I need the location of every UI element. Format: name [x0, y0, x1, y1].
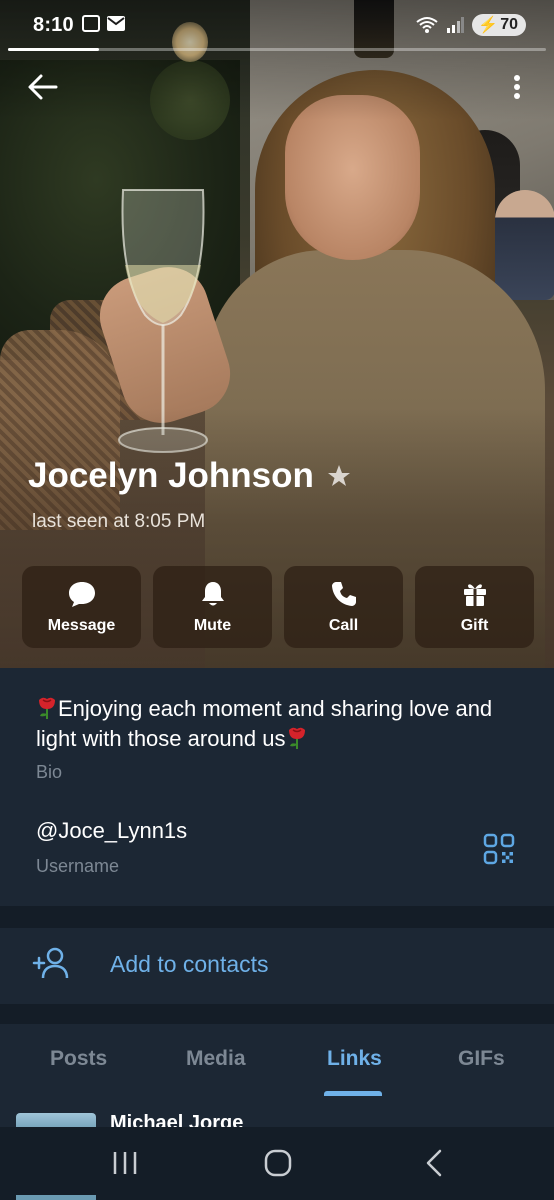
message-label: Message: [47, 617, 116, 634]
star-icon[interactable]: [326, 463, 352, 489]
link-thumbnail-peek: [16, 1195, 96, 1200]
message-button[interactable]: Message: [22, 566, 141, 648]
add-to-contacts-label[interactable]: Add to contacts: [110, 951, 269, 978]
bio-text-content: Enjoying each moment and sharing love an…: [36, 696, 493, 751]
status-system: ⚡ 70: [416, 14, 526, 36]
back-arrow-icon[interactable]: [26, 70, 60, 104]
profile-actions: Message Mute Call Gift: [22, 566, 534, 648]
bio-caption: Bio: [36, 762, 63, 782]
rose-emoji-icon: [288, 727, 305, 749]
tab-links[interactable]: Links: [327, 1047, 382, 1071]
phone-icon: [331, 582, 356, 606]
tab-posts[interactable]: Posts: [50, 1047, 107, 1071]
add-to-contacts-row[interactable]: [0, 928, 554, 1004]
section-divider: [0, 906, 554, 928]
wifi-icon: [416, 17, 438, 33]
back-nav-icon[interactable]: [420, 1148, 450, 1178]
qr-code-icon[interactable]: [483, 833, 515, 865]
gift-icon: [463, 584, 486, 606]
section-divider: [0, 1004, 554, 1024]
status-time: 8:10: [33, 14, 74, 36]
battery-level: 70: [500, 16, 518, 33]
username-value[interactable]: @Joce_Lynn1s: [36, 818, 187, 844]
profile-name: Jocelyn Johnson: [28, 456, 352, 496]
tab-gifs[interactable]: GIFs: [458, 1047, 505, 1071]
story-progress-fill: [8, 48, 100, 51]
rose-emoji-icon: [39, 697, 55, 719]
battery-bolt-icon: ⚡: [478, 17, 499, 34]
signal-icon: [447, 17, 465, 33]
status-notifications: [82, 15, 126, 32]
story-progress-bar: [8, 48, 546, 51]
last-seen-status: last seen at 8:05 PM: [32, 511, 206, 532]
message-icon: [68, 582, 95, 607]
profile-name-text: Jocelyn Johnson: [28, 456, 314, 495]
link-item-title[interactable]: Michael Jorge: [110, 1112, 243, 1128]
gift-label: Gift: [460, 617, 489, 634]
mail-icon: [107, 16, 125, 31]
more-options-icon[interactable]: [505, 72, 529, 102]
add-contact-icon: [32, 947, 69, 979]
active-tab-indicator: [324, 1091, 382, 1096]
bio-text[interactable]: Enjoying each moment and sharing love an…: [36, 694, 516, 754]
home-icon[interactable]: [263, 1148, 293, 1178]
tab-media[interactable]: Media: [186, 1047, 246, 1071]
bell-icon: [201, 582, 224, 606]
battery-indicator: ⚡ 70: [472, 14, 526, 36]
photo-background-person: [495, 190, 554, 300]
mute-label: Mute: [193, 617, 232, 634]
call-label: Call: [328, 617, 359, 634]
call-button[interactable]: Call: [284, 566, 403, 648]
recent-apps-icon[interactable]: [110, 1148, 140, 1178]
username-caption: Username: [36, 856, 120, 876]
gift-button[interactable]: Gift: [415, 566, 534, 648]
mute-button[interactable]: Mute: [153, 566, 272, 648]
status-bar: 8:10 ⚡ 70: [0, 0, 554, 52]
screenshot-icon: [82, 15, 100, 32]
